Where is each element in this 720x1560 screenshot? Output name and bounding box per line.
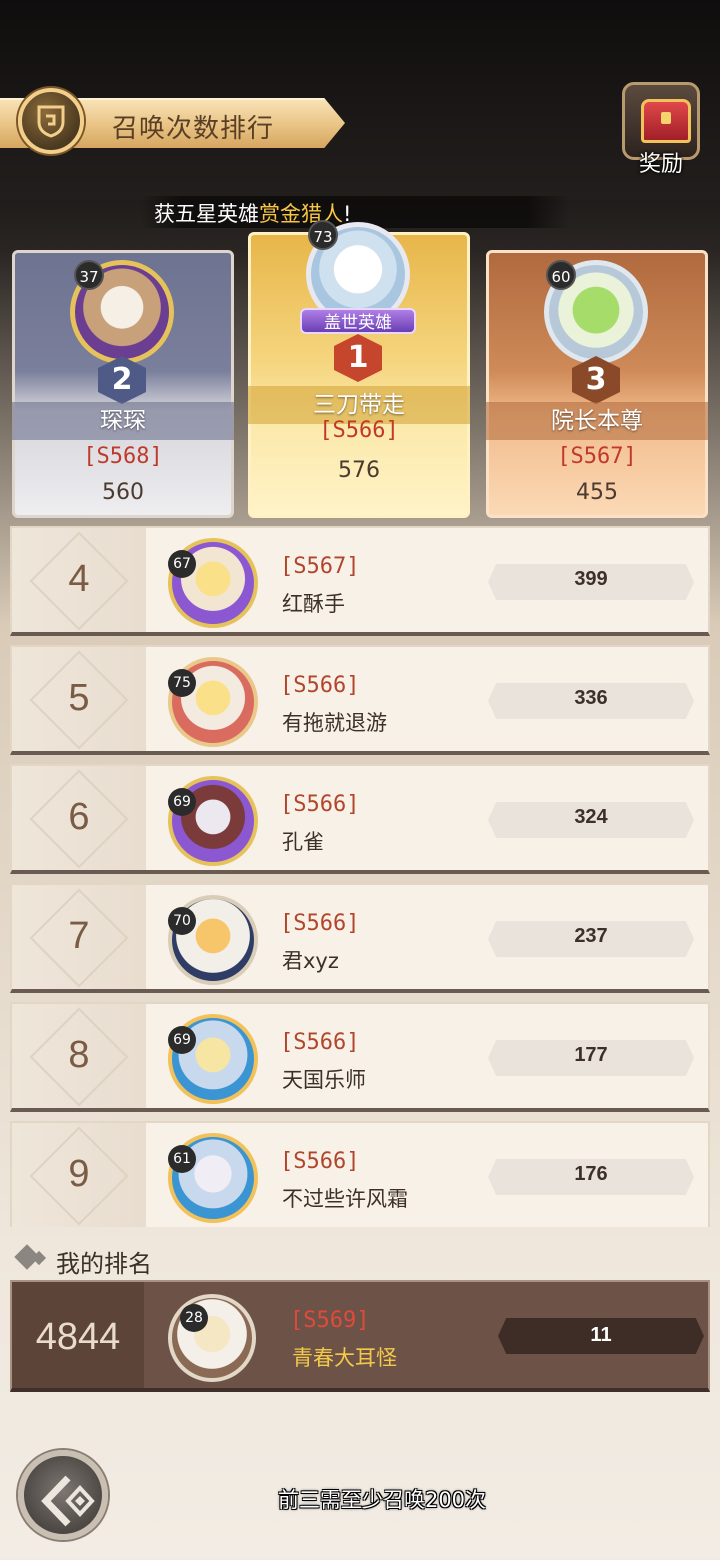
level-badge: 75 — [168, 669, 196, 697]
player-name: 有拖就退游 — [282, 711, 387, 735]
my-rank-label: 我的排名 — [56, 1250, 152, 1278]
table-row[interactable]: 9 61 [S566] 不过些许风霜 176 — [10, 1121, 710, 1227]
level-badge: 69 — [168, 788, 196, 816]
rank-number: 5 — [68, 677, 90, 719]
player-name: 孔雀 — [282, 830, 324, 854]
treasure-chest-icon — [641, 99, 691, 143]
summon-count: 399 — [574, 568, 608, 590]
my-rank-header: 我的排名 — [10, 1240, 710, 1280]
rank-number: 9 — [68, 1153, 90, 1195]
table-row[interactable]: 4 67 [S567] 红酥手 399 — [10, 526, 710, 636]
rank-number: 4844 — [35, 1316, 121, 1358]
title-banner: 召唤次数排行 — [0, 88, 345, 154]
level-badge: 67 — [168, 550, 196, 578]
server-id: [S567] — [557, 444, 637, 469]
server-id: [S566] — [280, 911, 360, 936]
player-name: 青春大耳怪 — [292, 1346, 397, 1370]
level-badge: 37 — [74, 260, 104, 290]
server-id: [S569] — [290, 1308, 370, 1333]
avatar[interactable] — [168, 1294, 256, 1382]
summon-count: 455 — [576, 480, 618, 505]
reward-label: 奖励 — [638, 152, 683, 177]
server-id: [S566] — [280, 1030, 360, 1055]
server-id: [S566] — [280, 1149, 360, 1174]
player-name: 君xyz — [282, 949, 339, 973]
summon-count: 576 — [338, 458, 380, 483]
table-row[interactable]: 8 69 [S566] 天国乐师 177 — [10, 1002, 710, 1112]
title-tag: 盖世英雄 — [300, 308, 416, 334]
server-id: [S567] — [280, 554, 360, 579]
server-id: [S568] — [83, 444, 163, 469]
player-name: 院长本尊 — [486, 402, 708, 440]
podium-first[interactable]: 73 盖世英雄 1 三刀带走 [S566] 576 — [248, 212, 470, 518]
rank-number: 4 — [68, 558, 90, 600]
summon-count: 176 — [574, 1163, 608, 1185]
summon-count: 324 — [574, 806, 608, 828]
server-id: [S566] — [280, 673, 360, 698]
summon-count: 560 — [102, 480, 144, 505]
rank-number: 6 — [68, 796, 90, 838]
server-id: [S566] — [280, 792, 360, 817]
requirement-note: 前三需至少召唤200次 — [277, 1488, 487, 1512]
rank-number: 8 — [68, 1034, 90, 1076]
server-id: [S566] — [319, 418, 399, 443]
level-badge: 69 — [168, 1026, 196, 1054]
shield-crest-icon — [18, 88, 84, 154]
level-badge: 73 — [308, 220, 338, 250]
player-name: 红酥手 — [282, 592, 345, 616]
player-name: 天国乐师 — [282, 1068, 366, 1092]
podium-third[interactable]: 60 3 院长本尊 [S567] 455 — [486, 230, 708, 518]
level-badge: 60 — [546, 260, 576, 290]
table-row[interactable]: 7 70 [S566] 君xyz 237 — [10, 883, 710, 993]
player-name: 不过些许风霜 — [282, 1187, 408, 1211]
page-title: 召唤次数排行 — [112, 114, 275, 144]
podium-second[interactable]: 37 2 琛琛 [S568] 560 — [12, 230, 234, 518]
table-row[interactable]: 6 69 [S566] 孔雀 324 — [10, 764, 710, 874]
summon-count: 177 — [574, 1044, 608, 1066]
reward-button[interactable]: 奖励 — [618, 80, 704, 180]
my-rank-row[interactable]: 4844 28 [S569] 青春大耳怪 11 — [10, 1280, 710, 1392]
table-row[interactable]: 5 75 [S566] 有拖就退游 336 — [10, 645, 710, 755]
level-badge: 28 — [180, 1304, 208, 1332]
summon-count: 336 — [574, 687, 608, 709]
summon-count: 11 — [590, 1324, 612, 1346]
player-name: 琛琛 — [12, 402, 234, 440]
rank-number: 7 — [68, 915, 90, 957]
level-badge: 61 — [168, 1145, 196, 1173]
level-badge: 70 — [168, 907, 196, 935]
announcement-prefix: 获五星英雄 — [154, 202, 259, 226]
summon-count: 237 — [574, 925, 608, 947]
